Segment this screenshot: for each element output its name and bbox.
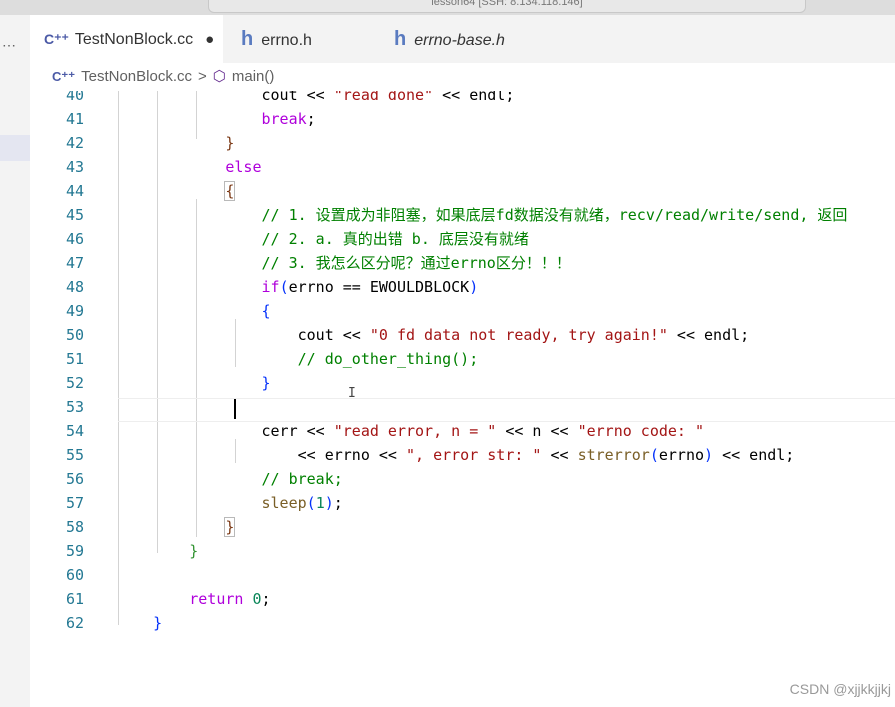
- code-text: << errno << ", error str: " << strerror(…: [117, 446, 795, 464]
- code-line: 53: [30, 395, 895, 419]
- watermark: CSDN @xjjkkjjkj: [789, 681, 891, 697]
- h-file-icon: h: [394, 28, 407, 50]
- code-line: 57 sleep(1);: [30, 491, 895, 515]
- code-line: 46 // 2. a. 真的出错 b. 底层没有就绪: [30, 227, 895, 251]
- code-line: 60: [30, 563, 895, 587]
- code-line: 44 {: [30, 179, 895, 203]
- code-line: 59 }: [30, 539, 895, 563]
- code-line: 52 }: [30, 371, 895, 395]
- code-text: cerr << "read error, n = " << n << "errn…: [117, 422, 705, 440]
- tab-label: errno-base.h: [414, 32, 505, 49]
- code-text: }: [261, 374, 271, 392]
- code-text: {: [261, 302, 271, 320]
- breadcrumb-file[interactable]: TestNonBlock.cc: [81, 68, 192, 85]
- code-text: }: [225, 134, 235, 152]
- line-number: 42: [65, 134, 84, 152]
- line-number: 52: [65, 374, 84, 392]
- code-comment: // do_other_thing();: [117, 350, 479, 368]
- editor-tabs: C⁺⁺ TestNonBlock.cc ● h errno.h h errno-base…: [30, 15, 895, 63]
- line-number: 60: [65, 566, 84, 584]
- code-line: 56 // break;: [30, 467, 895, 491]
- code-line: 54 cerr << "read error, n = " << n << "e…: [30, 419, 895, 443]
- code-comment: // 2. a. 真的出错 b. 底层没有就绪: [117, 230, 529, 248]
- breadcrumb-symbol[interactable]: main(): [232, 68, 275, 85]
- tab-errno-h[interactable]: h errno.h: [227, 15, 377, 63]
- code-text: sleep(1);: [261, 494, 343, 512]
- code-text: return 0;: [189, 590, 271, 608]
- tab-label: errno.h: [261, 32, 312, 49]
- code-comment: // 3. 我怎么区分呢？通过errno区分！！！: [117, 254, 571, 272]
- code-line: 42 }: [30, 131, 895, 155]
- tab-errno-base-h[interactable]: h errno-base.h: [380, 15, 545, 63]
- activity-bar: ⋯: [0, 15, 30, 707]
- line-number: 58: [65, 518, 84, 536]
- cube-icon: ⬡: [212, 68, 226, 85]
- code-line: 47 // 3. 我怎么区分呢？通过errno区分！！！: [30, 251, 895, 275]
- line-number: 44: [65, 182, 84, 200]
- line-number: 48: [65, 278, 84, 296]
- code-line: 40 cout << "read done" << endl;: [30, 91, 895, 107]
- activity-item-selected[interactable]: [0, 135, 30, 161]
- line-number: 55: [65, 446, 84, 464]
- code-text: break;: [261, 110, 316, 128]
- line-number: 56: [65, 470, 84, 488]
- code-line: 55 << errno << ", error str: " << strerr…: [30, 443, 895, 467]
- tab-label: TestNonBlock.cc: [74, 31, 194, 48]
- cpp-file-icon: C⁺⁺: [52, 69, 76, 84]
- line-number: 51: [65, 350, 84, 368]
- code-line: 51 // do_other_thing();: [30, 347, 895, 371]
- code-line: 58 }: [30, 515, 895, 539]
- line-number: 53: [65, 398, 84, 416]
- code-text: else: [225, 158, 262, 176]
- line-number: 46: [65, 230, 84, 248]
- code-line: 43 else: [30, 155, 895, 179]
- code-comment: // 1. 设置成为非阻塞，如果底层fd数据没有就绪，recv/read/wri…: [117, 206, 848, 224]
- code-line: 49 {: [30, 299, 895, 323]
- code-line: 48 if(errno == EWOULDBLOCK): [30, 275, 895, 299]
- line-number: 50: [65, 326, 84, 344]
- more-icon[interactable]: ⋯: [2, 37, 16, 54]
- chevron-right-icon: >: [198, 68, 207, 85]
- h-file-icon: h: [241, 28, 254, 50]
- code-text: {: [224, 181, 236, 201]
- breadcrumb: C⁺⁺ TestNonBlock.cc > ⬡ main(): [30, 63, 895, 91]
- line-number: 40: [65, 91, 84, 104]
- code-text: if(errno == EWOULDBLOCK): [261, 278, 479, 296]
- line-number: 43: [65, 158, 84, 176]
- command-center[interactable]: lesson64 [SSH: 8.134.118.146]: [208, 0, 806, 13]
- line-number: 59: [65, 542, 84, 560]
- code-text: }: [224, 517, 236, 537]
- code-text: cout << "0 fd data not ready, try again!…: [117, 326, 750, 344]
- code-editor[interactable]: I 40 cout << "read done" << endl; 41 bre…: [30, 91, 895, 707]
- title-bar: lesson64 [SSH: 8.134.118.146]: [0, 0, 895, 15]
- line-number: 49: [65, 302, 84, 320]
- code-text: cout << "read done" << endl;: [117, 91, 515, 104]
- code-comment: // break;: [117, 470, 343, 488]
- line-number: 45: [65, 206, 84, 224]
- code-text: }: [189, 542, 199, 560]
- line-number: 41: [65, 110, 84, 128]
- code-line: 45 // 1. 设置成为非阻塞，如果底层fd数据没有就绪，recv/read/…: [30, 203, 895, 227]
- code-line: 62 }: [30, 611, 895, 635]
- code-line: 61 return 0;: [30, 587, 895, 611]
- code-text: }: [153, 614, 163, 632]
- cpp-file-icon: C⁺⁺: [44, 31, 69, 47]
- line-number: 47: [65, 254, 84, 272]
- line-number: 57: [65, 494, 84, 512]
- line-number: 62: [65, 614, 84, 632]
- code-line: 50 cout << "0 fd data not ready, try aga…: [30, 323, 895, 347]
- tab-testnonblock[interactable]: C⁺⁺ TestNonBlock.cc ●: [30, 15, 223, 63]
- code-line: 41 break;: [30, 107, 895, 131]
- line-number: 54: [65, 422, 84, 440]
- line-number: 61: [65, 590, 84, 608]
- unsaved-dot-icon[interactable]: ●: [205, 31, 214, 48]
